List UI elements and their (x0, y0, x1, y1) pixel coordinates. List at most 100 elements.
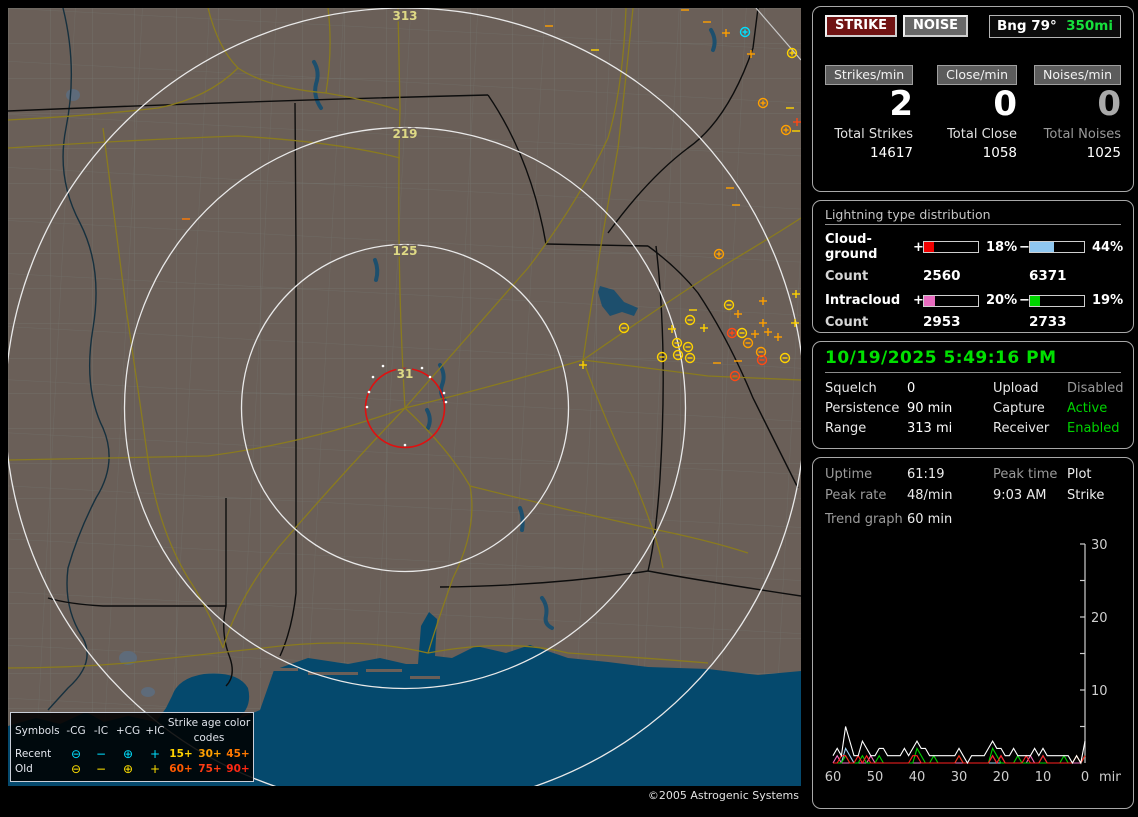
ic-pos-bar (923, 294, 979, 307)
noises-per-min-chip[interactable]: Noises/min (1034, 65, 1121, 85)
total-strikes-label: Total Strikes (834, 126, 913, 142)
squelch-label: Squelch (825, 381, 877, 396)
legend-symbols-title: Symbols (15, 724, 60, 737)
cg-pos-pct: 18% (986, 239, 1018, 255)
copyright-text: ©2005 Astrogenic Systems (8, 786, 801, 806)
plus-sign: + (913, 293, 924, 308)
legend-recent-label: Recent (15, 747, 52, 760)
receiver-label: Receiver (993, 421, 1050, 436)
cg-neg-pct: 44% (1092, 239, 1124, 255)
range-value: 313 mi (907, 421, 953, 436)
cg-neg-old-icon: ⊖ (70, 762, 82, 777)
noise-button[interactable]: NOISE (903, 15, 969, 37)
svg-text:40: 40 (909, 770, 926, 785)
ring-label-313: 313 (392, 9, 417, 23)
intracloud-label: Intracloud (825, 293, 901, 308)
svg-text:50: 50 (867, 770, 884, 785)
cg-pos-bar (923, 241, 979, 253)
svg-text:60: 60 (825, 770, 841, 785)
total-close-label: Total Close (947, 126, 1017, 142)
ic-neg-count: 2733 (1029, 314, 1067, 330)
total-noises-value: 1025 (1086, 144, 1121, 161)
capture-status: Active (1067, 401, 1108, 416)
peak-rate-label: Peak rate (825, 488, 887, 503)
total-strikes-value: 14617 (870, 144, 913, 161)
receiver-status: Enabled (1067, 421, 1120, 436)
upload-label: Upload (993, 381, 1039, 396)
cg-neg-count: 6371 (1029, 268, 1067, 284)
ic-neg-pct: 19% (1092, 293, 1124, 308)
strike-button[interactable]: STRIKE (825, 15, 898, 37)
ic-pos-recent-icon: + (149, 747, 161, 762)
trend-panel: Uptime 61:19 Peak time Plot Peak rate 48… (812, 457, 1134, 809)
count-label: Count (825, 314, 869, 330)
trend-graph-label: Trend graph (825, 512, 903, 527)
legend-col-ic-pos: +IC (145, 724, 165, 737)
svg-text:20: 20 (993, 770, 1010, 785)
total-close-value: 1058 (982, 144, 1017, 161)
bearing-range-display: Bng 79° 350mi (989, 15, 1121, 38)
age-75: 75+ (198, 762, 222, 775)
bearing-value: Bng 79° (997, 18, 1057, 34)
ic-neg-recent-icon: − (95, 747, 107, 762)
range-value: 350mi (1066, 18, 1113, 34)
cg-pos-count: 2560 (923, 268, 961, 284)
legend-old-label: Old (15, 762, 33, 775)
minus-sign: − (1019, 293, 1030, 308)
ic-pos-pct: 20% (986, 293, 1018, 308)
cg-pos-old-icon: ⊕ (122, 762, 134, 777)
uptime-value: 61:19 (907, 467, 945, 482)
svg-text:10: 10 (1035, 770, 1052, 785)
trend-graph-range: 60 min (907, 512, 953, 527)
age-15: 15+ (169, 747, 193, 760)
peak-rate-value: 48/min (907, 488, 953, 503)
cg-neg-recent-icon: ⊖ (70, 747, 82, 762)
legend-col-cg-pos: +CG (115, 724, 141, 737)
upload-status: Disabled (1067, 381, 1124, 396)
persistence-value: 90 min (907, 401, 953, 416)
squelch-value: 0 (907, 381, 916, 396)
map-legend: Symbols -CG -IC +CG +IC Strike age color… (10, 712, 254, 782)
ring-label-31: 31 (397, 367, 414, 381)
ic-neg-old-icon: − (95, 762, 107, 777)
legend-age-title: Strike age color codes (167, 717, 251, 745)
peak-time-label: Peak time (993, 467, 1058, 482)
age-60: 60+ (169, 762, 193, 775)
ic-neg-bar (1029, 294, 1085, 307)
legend-col-cg-neg: -CG (66, 724, 86, 737)
distribution-panel: Lightning type distribution Cloud-ground… (812, 200, 1134, 333)
svg-text:0: 0 (1081, 770, 1089, 785)
legend-col-ic-neg: -IC (93, 724, 109, 737)
noises-per-min-value: 0 (1097, 84, 1121, 124)
svg-text:min: min (1099, 770, 1121, 785)
peak-time-value: 9:03 AM (993, 488, 1047, 503)
ring-label-125: 125 (392, 244, 417, 258)
capture-label: Capture (993, 401, 1045, 416)
map-canvas[interactable]: 313 219 125 31 (8, 8, 801, 786)
cloud-ground-label: Cloud-ground (825, 232, 878, 262)
ring-label-219: 219 (392, 127, 417, 141)
cg-neg-bar (1029, 241, 1085, 253)
svg-text:10: 10 (1091, 684, 1108, 699)
svg-text:30: 30 (1091, 538, 1108, 553)
strike-map[interactable]: 313 219 125 31 Symbols -CG -IC +CG +IC S… (8, 8, 801, 786)
range-label: Range (825, 421, 867, 436)
minus-sign: − (1019, 239, 1030, 255)
age-90: 90+ (226, 762, 250, 775)
close-per-min-value: 0 (993, 84, 1017, 124)
age-45: 45+ (226, 747, 250, 760)
svg-text:20: 20 (1091, 611, 1108, 626)
ic-pos-old-icon: + (149, 762, 161, 777)
total-noises-label: Total Noises (1043, 126, 1121, 142)
count-label: Count (825, 268, 869, 284)
ic-pos-count: 2953 (923, 314, 961, 330)
strikes-per-min-value: 2 (889, 84, 913, 124)
plot-mode-value: Strike (1067, 488, 1105, 503)
datetime-display: 10/19/2025 5:49:16 PM (825, 348, 1121, 373)
counters-panel: STRIKE NOISE Bng 79° 350mi Strikes/min C… (812, 6, 1134, 192)
age-30: 30+ (198, 747, 222, 760)
close-per-min-chip[interactable]: Close/min (937, 65, 1017, 85)
svg-text:30: 30 (951, 770, 968, 785)
strikes-per-min-chip[interactable]: Strikes/min (825, 65, 914, 85)
plot-label: Plot (1067, 467, 1092, 482)
